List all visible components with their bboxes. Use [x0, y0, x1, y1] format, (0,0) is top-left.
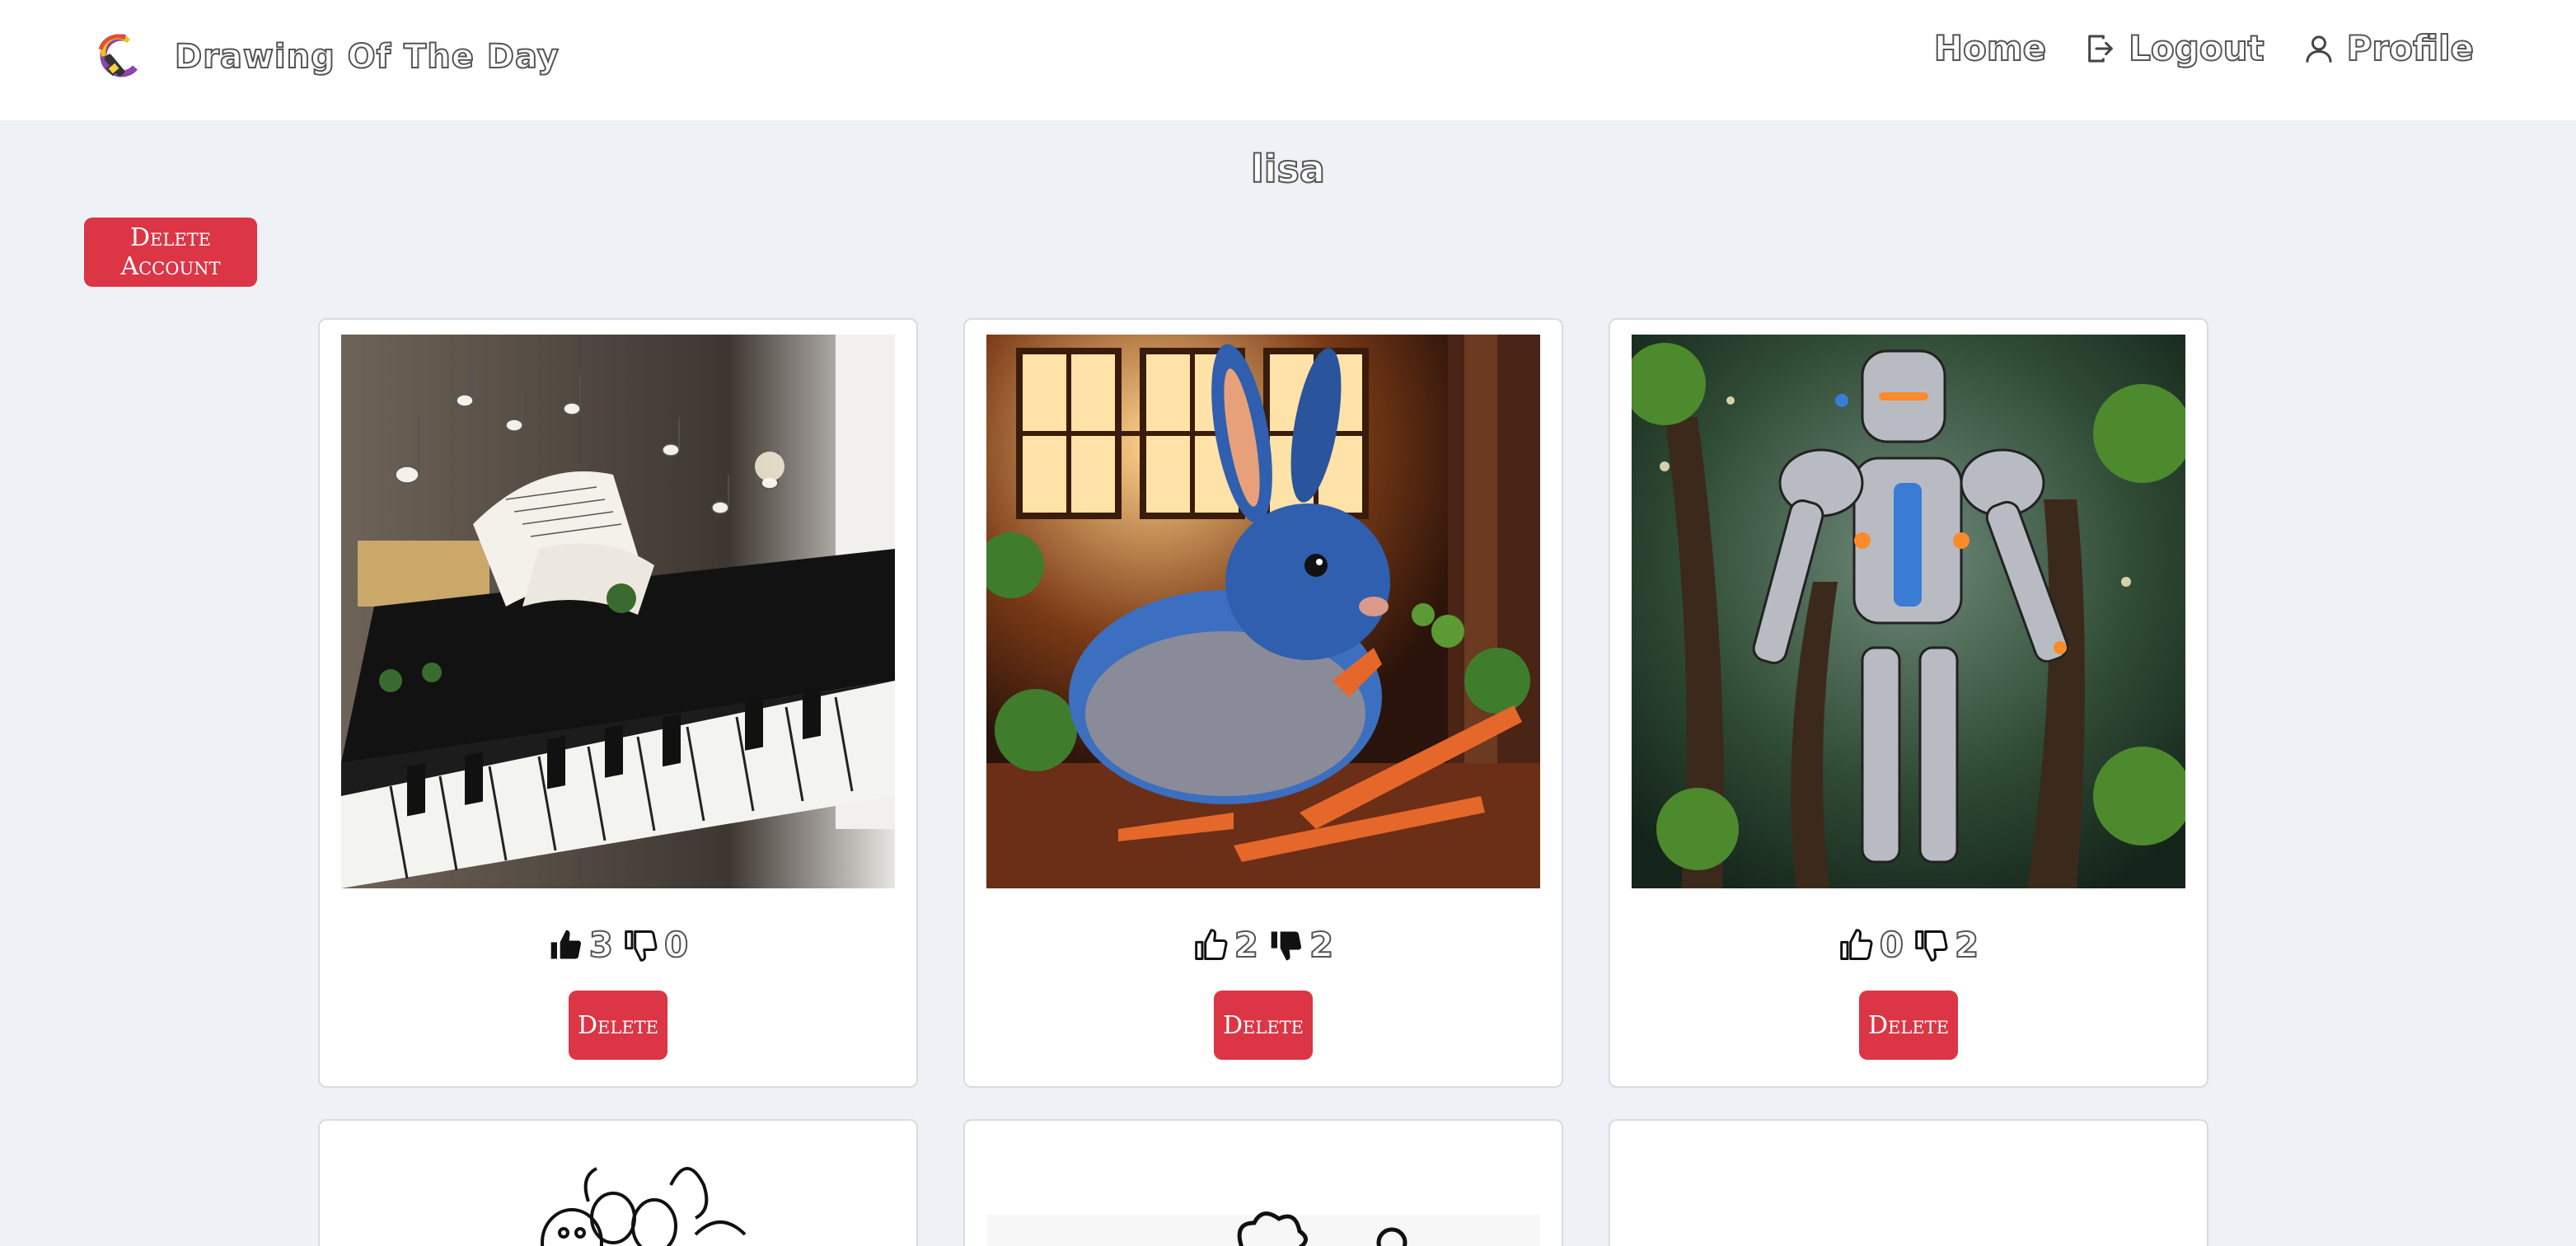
post-card — [318, 1119, 918, 1246]
like-count: 3 — [588, 924, 614, 966]
post-image[interactable] — [986, 335, 1540, 888]
delete-account-button[interactable]: Delete Account — [84, 218, 257, 287]
navbar: Drawing Of The Day Home Logout Profile — [0, 0, 2576, 120]
nav-home-link[interactable]: Home — [1933, 27, 2047, 69]
vote-bar: 3 0 — [320, 924, 916, 966]
brush-logo-icon — [98, 34, 138, 77]
post-image[interactable] — [986, 1136, 1540, 1246]
post-card — [1609, 1119, 2208, 1246]
delete-post-button[interactable]: Delete — [1214, 991, 1313, 1060]
post-image[interactable] — [1632, 335, 2185, 888]
post-card — [963, 1119, 1563, 1246]
post-image[interactable] — [341, 335, 895, 888]
vote-bar: 0 2 — [1610, 924, 2207, 966]
nav-home-label: Home — [1933, 27, 2047, 69]
robot-image — [1632, 335, 2185, 888]
post-card: 0 2 Delete — [1609, 318, 2208, 1088]
post-image[interactable] — [1632, 1136, 2185, 1246]
dislike-count: 2 — [1309, 924, 1334, 966]
dislike-count: 2 — [1954, 924, 1979, 966]
brand[interactable]: Drawing Of The Day — [92, 31, 560, 82]
logout-icon — [2088, 35, 2113, 62]
doodle-image — [541, 1167, 747, 1246]
dislike-count: 0 — [663, 924, 689, 966]
thumbs-up-icon[interactable] — [1838, 927, 1875, 963]
nav-links: Home Logout Profile — [1896, 27, 2475, 69]
like-count: 2 — [1234, 924, 1259, 966]
nav-profile-link[interactable]: Profile — [2302, 27, 2475, 69]
profile-username: lisa — [1250, 146, 1326, 192]
brand-title: Drawing Of The Day — [174, 37, 560, 77]
piano-image — [341, 335, 895, 888]
sketch-image — [986, 1211, 1540, 1246]
post-card: 3 0 Delete — [318, 318, 918, 1088]
post-image[interactable] — [341, 1136, 895, 1246]
thumbs-down-filled-icon[interactable] — [1268, 927, 1304, 963]
post-card: 2 2 Delete — [963, 318, 1563, 1088]
like-count: 0 — [1879, 924, 1904, 966]
vote-bar: 2 2 — [965, 924, 1562, 966]
rabbit-image — [986, 335, 1540, 888]
nav-profile-label: Profile — [2346, 27, 2475, 69]
nav-logout-link[interactable]: Logout — [2084, 27, 2265, 69]
thumbs-up-icon[interactable] — [1193, 927, 1229, 963]
thumbs-up-filled-icon[interactable] — [548, 927, 584, 963]
nav-logout-label: Logout — [2128, 27, 2265, 69]
thumbs-down-icon[interactable] — [623, 927, 659, 963]
user-icon — [2305, 35, 2332, 63]
delete-post-button[interactable]: Delete — [569, 991, 667, 1060]
thumbs-down-icon[interactable] — [1913, 927, 1950, 963]
delete-post-button[interactable]: Delete — [1859, 991, 1958, 1060]
